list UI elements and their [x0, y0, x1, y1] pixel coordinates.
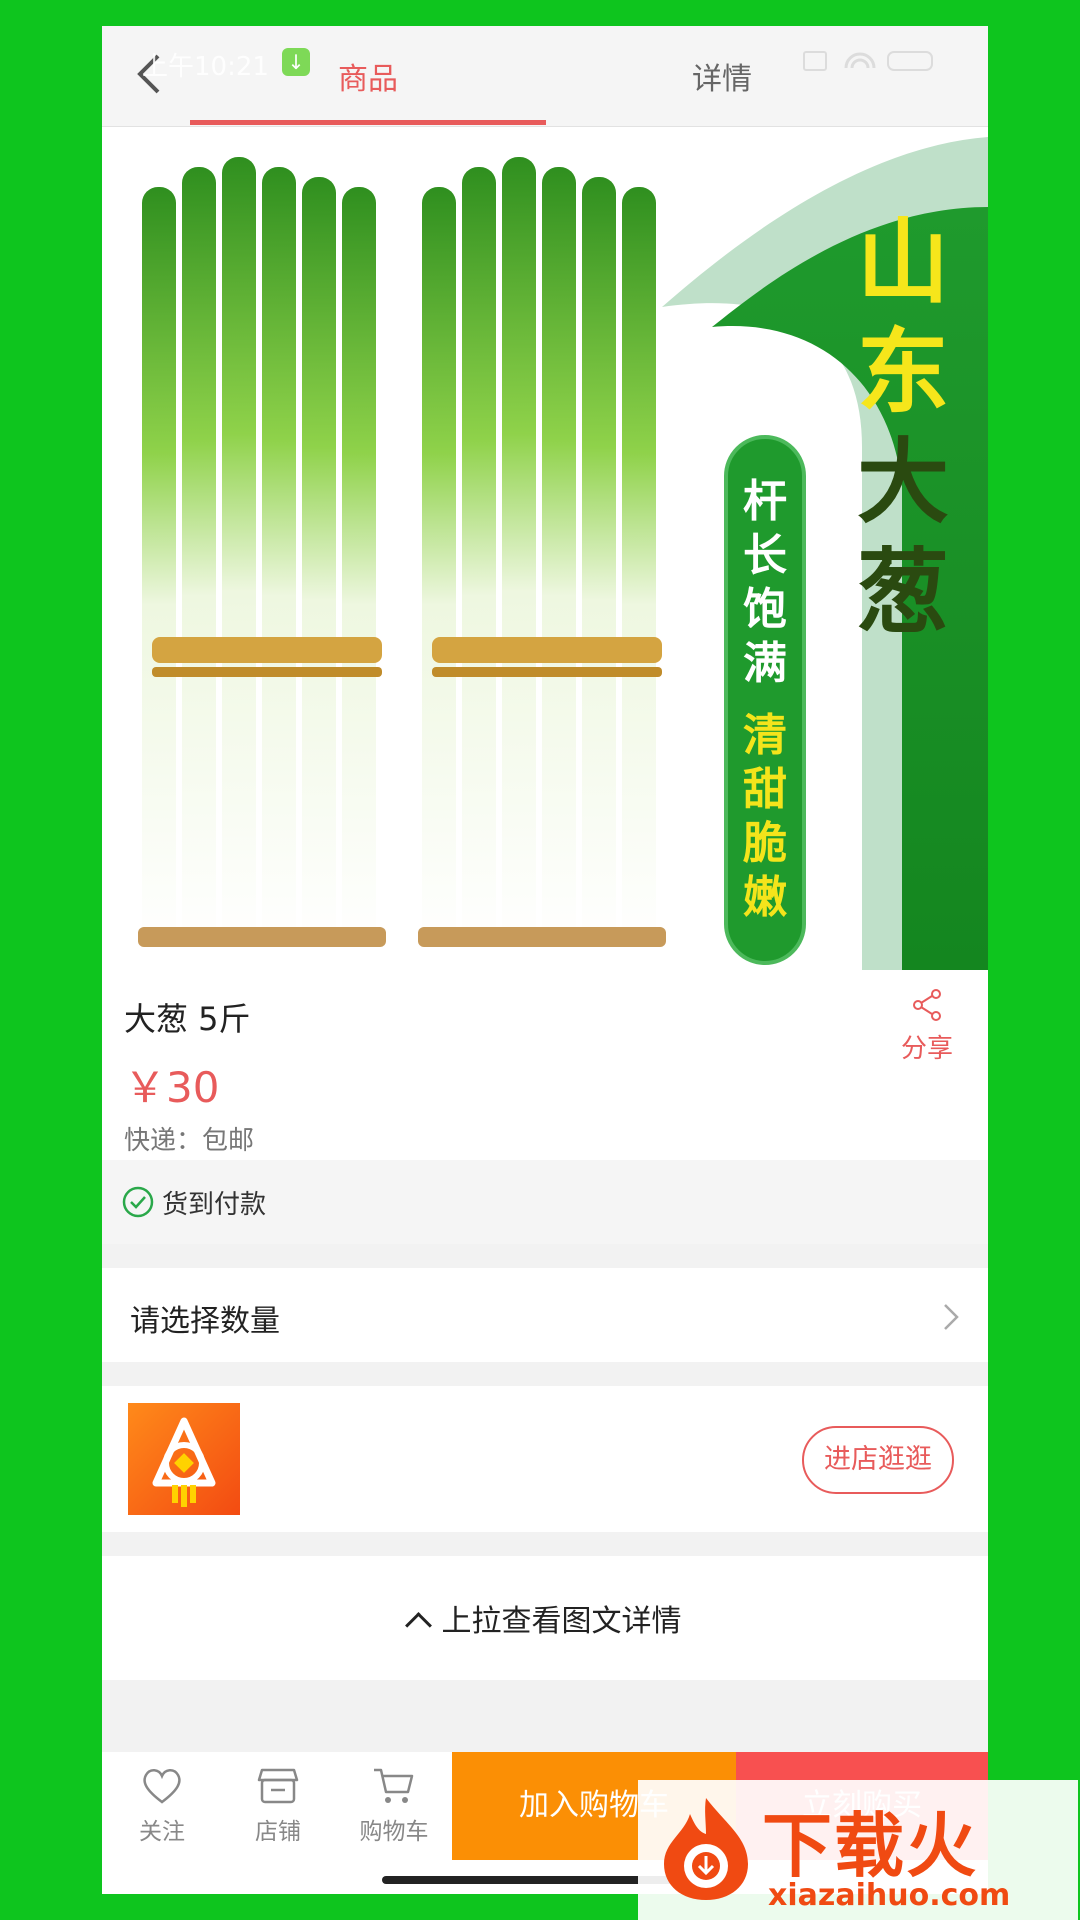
cart-button[interactable]: 购物车 — [344, 1766, 444, 1846]
tab-goods[interactable]: 商品 — [338, 54, 398, 98]
shop-logo-icon — [152, 1417, 216, 1507]
service-row: 货到付款 — [102, 1160, 988, 1244]
watermark-url: xiazaihuo.com — [768, 1878, 1011, 1913]
watermark: 下载火 xiazaihuo.com — [638, 1780, 1078, 1920]
chevron-up-icon — [404, 1612, 432, 1639]
shipping-info: 快递：包邮 — [124, 1126, 255, 1156]
pull-up-details[interactable]: 上拉查看图文详情 — [102, 1556, 988, 1680]
hero-title-char: 葱 — [856, 538, 949, 646]
hero-title-char: 山 — [856, 208, 949, 316]
chevron-right-icon — [944, 1304, 959, 1330]
hero-title-char: 大 — [856, 428, 949, 536]
follow-label: 关注 — [139, 1819, 185, 1845]
share-label: 分享 — [900, 1034, 953, 1064]
quantity-label: 请选择数量 — [130, 1304, 280, 1339]
shop-label: 店铺 — [255, 1819, 301, 1845]
enter-shop-button[interactable]: 进店逛逛 — [802, 1426, 954, 1494]
status-icons — [803, 51, 933, 71]
store-icon — [257, 1768, 299, 1804]
hero-title-char: 东 — [856, 318, 949, 426]
hero-feature-a: 杆 长 饱 满 — [743, 476, 787, 689]
hero-feature-b: 清 甜 脆 嫩 — [743, 710, 787, 923]
hero-feature-pill: 杆 长 饱 满 清 甜 脆 嫩 — [724, 435, 806, 965]
shop-logo[interactable] — [128, 1403, 240, 1515]
quantity-selector[interactable]: 请选择数量 — [102, 1268, 988, 1362]
product-price: ￥30 — [124, 1063, 220, 1112]
active-tab-indicator — [190, 120, 546, 125]
follow-button[interactable]: 关注 — [112, 1766, 212, 1846]
shop-row: 进店逛逛 — [102, 1386, 988, 1532]
cart-icon — [374, 1768, 414, 1803]
heart-icon — [143, 1769, 181, 1804]
cart-label: 购物车 — [359, 1819, 429, 1845]
download-icon: ↓ — [282, 48, 310, 76]
shop-button[interactable]: 店铺 — [228, 1766, 328, 1846]
check-circle-icon — [122, 1186, 154, 1218]
cod-label: 货到付款 — [162, 1190, 267, 1220]
share-icon — [913, 989, 941, 1021]
flame-logo-icon — [664, 1798, 748, 1900]
product-image[interactable]: 山 东 大 葱 杆 长 饱 满 清 甜 脆 嫩 — [102, 127, 988, 970]
tab-details[interactable]: 详情 — [692, 54, 752, 98]
product-name: 大葱 5斤 — [124, 1000, 251, 1038]
product-info: 大葱 5斤 ￥30 快递：包邮 分享 — [102, 970, 988, 1160]
status-time: 上午10:21 — [142, 52, 269, 82]
pull-up-label: 上拉查看图文详情 — [441, 1604, 682, 1639]
watermark-brand: 下载火 — [762, 1805, 978, 1887]
share-button[interactable]: 分享 — [892, 988, 962, 1065]
top-bar: 上午10:21 ↓ 商品 详情 — [102, 26, 988, 127]
hero-title: 山 东 大 葱 — [848, 207, 958, 647]
phone-screen: 上午10:21 ↓ 商品 详情 山 东 大 葱 杆 长 饱 满 清 甜 脆 嫩 … — [102, 26, 988, 1894]
